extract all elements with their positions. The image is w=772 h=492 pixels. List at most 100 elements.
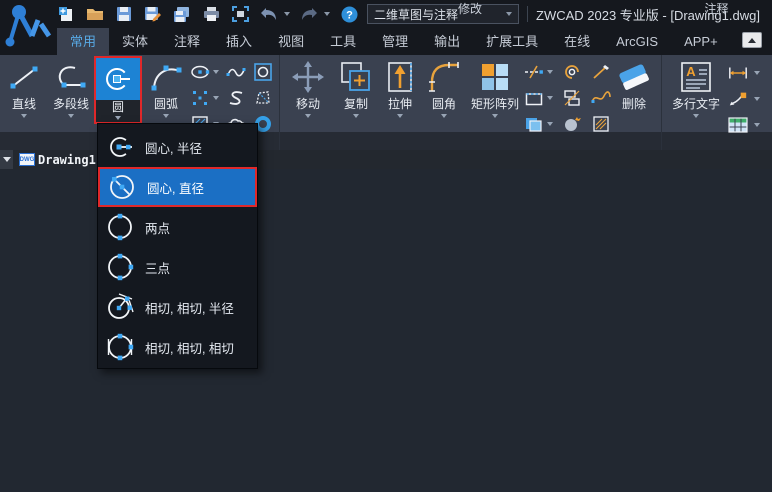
modify-small-row-2 [524, 88, 611, 108]
copy-label: 复制 [343, 97, 368, 111]
ribbon-tab-bar: 常用 实体 注释 插入 视图 工具 管理 输出 扩展工具 在线 ArcGIS A… [0, 28, 772, 55]
ellipse-icon[interactable] [190, 62, 210, 82]
mtext-dropdown-caret[interactable] [693, 114, 699, 118]
align-icon[interactable] [562, 88, 582, 108]
menu-item-label: 圆心, 直径 [147, 181, 204, 196]
menu-item-tan-tan-radius[interactable]: 相切, 相切, 半径 [98, 287, 257, 327]
ribbon-collapse-button[interactable] [742, 32, 762, 48]
rectangle-icon[interactable] [524, 88, 544, 108]
annotation-panel-label: 注释 [704, 2, 729, 16]
panel-separator [279, 55, 280, 150]
point-dropdown-caret[interactable] [213, 96, 219, 100]
region-icon[interactable] [253, 62, 273, 82]
plot-preview-icon[interactable] [230, 5, 250, 24]
trim-dropdown-caret[interactable] [547, 70, 553, 74]
new-file-icon[interactable] [56, 5, 76, 24]
menu-item-center-radius[interactable]: 圆心, 半径 [98, 127, 257, 167]
dimension-dropdown-caret[interactable] [754, 71, 760, 75]
menu-item-label: 两点 [145, 221, 171, 236]
fillet-dropdown-caret[interactable] [441, 114, 447, 118]
rect-array-dropdown-caret[interactable] [492, 114, 498, 118]
tab-insert[interactable]: 插入 [213, 28, 265, 55]
tab-solid[interactable]: 实体 [109, 28, 161, 55]
rect-array-label: 矩形阵列 [470, 97, 519, 111]
erase-button[interactable]: 删除 [610, 58, 658, 111]
mirror-icon[interactable] [524, 114, 544, 134]
copy-dropdown-caret[interactable] [353, 114, 359, 118]
stretch-dropdown-caret[interactable] [397, 114, 403, 118]
undo-icon[interactable] [259, 5, 279, 24]
svg-text:A: A [686, 64, 696, 79]
print-icon[interactable] [201, 5, 221, 24]
tab-arcgis[interactable]: ArcGIS [603, 28, 671, 55]
wipeout-icon[interactable] [253, 88, 273, 108]
save-as-icon[interactable] [143, 5, 163, 24]
annotation-small-row-3 [728, 115, 760, 135]
save-icon[interactable] [114, 5, 134, 24]
tab-tools[interactable]: 工具 [317, 28, 369, 55]
tab-manage[interactable]: 管理 [369, 28, 421, 55]
line-button[interactable]: 直线 [2, 58, 46, 118]
ellipse-dropdown-caret[interactable] [213, 70, 219, 74]
polyline-label: 多段线 [52, 97, 89, 111]
chevron-down-icon [2, 157, 11, 162]
document-tab-label: Drawing1. [38, 152, 104, 167]
explode-icon[interactable] [562, 114, 582, 134]
tab-output[interactable]: 输出 [421, 28, 473, 55]
leader-dropdown-caret[interactable] [754, 97, 760, 101]
scale-icon[interactable] [591, 62, 611, 82]
dimension-icon[interactable] [728, 63, 748, 83]
stretch-icon [384, 58, 416, 96]
point-icon[interactable] [190, 88, 210, 108]
mirror-dropdown-caret[interactable] [547, 122, 553, 126]
table-dropdown-caret[interactable] [754, 123, 760, 127]
tab-app-plus[interactable]: APP+ [671, 28, 731, 55]
polyline-icon [53, 58, 89, 96]
circle-dropdown-caret[interactable] [115, 116, 121, 120]
line-dropdown-caret[interactable] [21, 114, 27, 118]
tab-annotate[interactable]: 注释 [161, 28, 213, 55]
menu-item-tan-tan-tan[interactable]: 相切, 相切, 相切 [98, 327, 257, 367]
circle-button[interactable]: 圆 [94, 56, 142, 124]
arc-dropdown-caret[interactable] [163, 114, 169, 118]
menu-item-two-points[interactable]: 两点 [98, 207, 257, 247]
zwcad-logo-icon[interactable] [3, 2, 55, 54]
sketch-icon[interactable] [226, 88, 246, 108]
polyline-dropdown-caret[interactable] [68, 114, 74, 118]
modify-small-row-1 [524, 62, 611, 82]
move-button[interactable]: 移动 [286, 58, 330, 118]
rectangle-dropdown-caret[interactable] [547, 96, 553, 100]
move-icon [291, 58, 325, 96]
copy-button[interactable]: 复制 [334, 58, 378, 118]
spline-icon[interactable] [226, 62, 246, 82]
menu-item-label: 三点 [145, 261, 171, 276]
table-icon[interactable] [728, 115, 748, 135]
document-tabs-menu-button[interactable] [0, 150, 13, 169]
menu-item-center-diameter[interactable]: 圆心, 直径 [98, 167, 257, 207]
polyline-button[interactable]: 多段线 [48, 58, 94, 118]
menu-item-label: 相切, 相切, 相切 [145, 341, 234, 356]
save-all-icon[interactable] [172, 5, 192, 24]
arc-button[interactable]: 圆弧 [144, 58, 188, 118]
move-dropdown-caret[interactable] [305, 114, 311, 118]
circle-label: 圆 [111, 100, 124, 114]
fillet-button[interactable]: 圆角 [422, 58, 466, 118]
circle-icon [96, 58, 140, 100]
rect-array-icon [480, 58, 510, 96]
rect-array-button[interactable]: 矩形阵列 [466, 58, 524, 118]
edit-hatch-icon[interactable] [591, 114, 611, 134]
edit-spline-icon[interactable] [591, 88, 611, 108]
mtext-button[interactable]: A 多行文字 [668, 58, 724, 118]
document-tab-drawing1[interactable]: DWG Drawing1. [13, 150, 109, 169]
copy-icon [339, 58, 373, 96]
trim-icon[interactable] [524, 62, 544, 82]
tab-express-tools[interactable]: 扩展工具 [473, 28, 551, 55]
tab-online[interactable]: 在线 [551, 28, 603, 55]
stretch-button[interactable]: 拉伸 [380, 58, 420, 118]
tab-home[interactable]: 常用 [57, 28, 110, 55]
leader-icon[interactable] [728, 89, 748, 109]
menu-item-three-points[interactable]: 三点 [98, 247, 257, 287]
open-folder-icon[interactable] [85, 5, 105, 24]
offset-icon[interactable] [562, 62, 582, 82]
tab-view[interactable]: 视图 [265, 28, 317, 55]
